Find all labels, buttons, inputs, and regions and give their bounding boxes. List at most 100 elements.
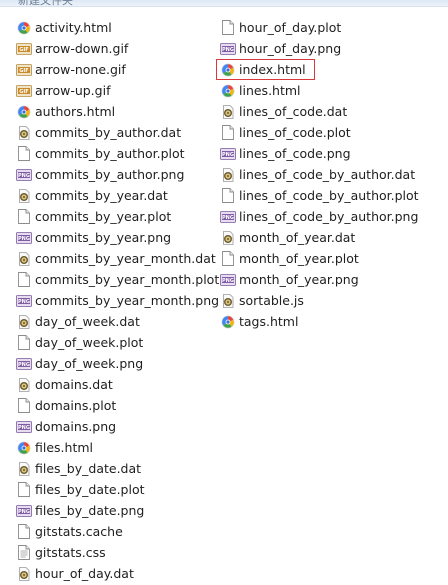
file-item-tags-html[interactable]: tags.html: [220, 311, 445, 332]
file-name-label: domains.dat: [35, 376, 113, 392]
file-name-label: lines_of_code_by_author.plot: [239, 187, 419, 203]
file-item-lines-of-code-png[interactable]: PNG lines_of_code.png: [220, 143, 445, 164]
svg-text:PNG: PNG: [222, 278, 234, 284]
file-item-commits-by-year-dat[interactable]: commits_by_year.dat: [16, 185, 216, 206]
file-item-commits-by-author-dat[interactable]: commits_by_author.dat: [16, 122, 216, 143]
file-item-domains-plot[interactable]: domains.plot: [16, 395, 216, 416]
file-item-commits-by-year-month-png[interactable]: PNG commits_by_year_month.png: [16, 290, 219, 311]
html-file-icon: [16, 440, 32, 456]
file-name-label: commits_by_author.png: [35, 166, 185, 182]
dat-file-icon: [16, 251, 32, 267]
blank-file-icon: [16, 209, 32, 225]
dat-file-icon: [16, 377, 32, 393]
blank-file-icon: [220, 251, 236, 267]
svg-text:GIF: GIF: [19, 89, 28, 95]
file-name-label: arrow-up.gif: [35, 82, 111, 98]
file-item-arrow-none-gif[interactable]: GIF arrow-none.gif: [16, 59, 216, 80]
html-file-icon: [16, 104, 32, 120]
dat-file-icon: [220, 167, 236, 183]
file-item-commits-by-year-month-plot[interactable]: commits_by_year_month.plot: [16, 269, 220, 290]
dat-file-icon: [16, 566, 32, 582]
folder-title: 新建文件夹: [18, 0, 73, 7]
file-name-label: gitstats.css: [35, 544, 106, 560]
window-header-strip: 新建文件夹: [0, 0, 448, 7]
file-item-month-of-year-plot[interactable]: month_of_year.plot: [220, 248, 445, 269]
file-item-lines-of-code-by-author-plot[interactable]: lines_of_code_by_author.plot: [220, 185, 445, 206]
dat-file-icon: [16, 125, 32, 141]
svg-text:PNG: PNG: [222, 215, 234, 221]
blank-file-icon: [220, 20, 236, 36]
file-item-domains-dat[interactable]: domains.dat: [16, 374, 216, 395]
file-name-label: files_by_date.dat: [35, 460, 142, 476]
file-item-files-by-date-png[interactable]: PNG files_by_date.png: [16, 500, 216, 521]
png-file-icon: PNG: [16, 293, 32, 309]
blank-file-icon: [16, 272, 32, 288]
file-item-day-of-week-dat[interactable]: day_of_week.dat: [16, 311, 216, 332]
file-item-commits-by-author-plot[interactable]: commits_by_author.plot: [16, 143, 216, 164]
file-item-arrow-up-gif[interactable]: GIF arrow-up.gif: [16, 80, 216, 101]
file-item-commits-by-year-png[interactable]: PNG commits_by_year.png: [16, 227, 216, 248]
file-item-hour-of-day-plot[interactable]: hour_of_day.plot: [220, 17, 445, 38]
png-file-icon: PNG: [220, 209, 236, 225]
file-item-files-by-date-plot[interactable]: files_by_date.plot: [16, 479, 216, 500]
file-name-label: commits_by_author.plot: [35, 145, 185, 161]
file-item-sortable-js[interactable]: sortable.js: [220, 290, 445, 311]
file-name-label: commits_by_author.dat: [35, 124, 182, 140]
file-item-lines-html[interactable]: lines.html: [220, 80, 445, 101]
blank-file-icon: [16, 398, 32, 414]
svg-text:PNG: PNG: [18, 173, 30, 179]
file-name-label: files_by_date.plot: [35, 481, 145, 497]
file-item-domains-png[interactable]: PNG domains.png: [16, 416, 216, 437]
file-name-label: commits_by_year.plot: [35, 208, 172, 224]
file-name-label: commits_by_year.dat: [35, 187, 168, 203]
html-file-icon: [220, 314, 236, 330]
file-item-lines-of-code-by-author-dat[interactable]: lines_of_code_by_author.dat: [220, 164, 445, 185]
file-name-label: month_of_year.plot: [239, 250, 359, 266]
file-item-activity-html[interactable]: activity.html: [16, 17, 216, 38]
file-item-lines-of-code-plot[interactable]: lines_of_code.plot: [220, 122, 445, 143]
dat-file-icon: [220, 230, 236, 246]
gif-file-icon: GIF: [16, 83, 32, 99]
file-item-hour-of-day-dat[interactable]: hour_of_day.dat: [16, 563, 216, 584]
file-name-label: arrow-down.gif: [35, 40, 129, 56]
file-item-lines-of-code-by-author-png[interactable]: PNG lines_of_code_by_author.png: [220, 206, 445, 227]
file-item-lines-of-code-dat[interactable]: lines_of_code.dat: [220, 101, 445, 122]
file-item-files-by-date-dat[interactable]: files_by_date.dat: [16, 458, 216, 479]
png-file-icon: PNG: [220, 272, 236, 288]
blank-file-icon: [16, 524, 32, 540]
file-name-label: day_of_week.plot: [35, 334, 144, 350]
file-item-arrow-down-gif[interactable]: GIF arrow-down.gif: [16, 38, 216, 59]
file-item-day-of-week-plot[interactable]: day_of_week.plot: [16, 332, 216, 353]
dat-file-icon: [16, 188, 32, 204]
svg-text:PNG: PNG: [18, 299, 30, 305]
file-item-index-html[interactable]: index.html: [216, 59, 445, 80]
html-file-icon: [16, 20, 32, 36]
file-item-hour-of-day-png[interactable]: PNG hour_of_day.png: [220, 38, 445, 59]
dat-file-icon: [220, 104, 236, 120]
file-name-label: files.html: [35, 439, 93, 455]
file-item-commits-by-author-png[interactable]: PNG commits_by_author.png: [16, 164, 216, 185]
file-name-label: commits_by_year_month.plot: [35, 271, 220, 287]
file-name-label: commits_by_year.png: [35, 229, 172, 245]
css-file-icon: [16, 545, 32, 561]
selection-highlight: [216, 59, 315, 80]
blank-file-icon: [220, 188, 236, 204]
file-name-label: hour_of_day.dat: [35, 565, 134, 581]
svg-text:GIF: GIF: [19, 68, 28, 74]
file-item-files-html[interactable]: files.html: [16, 437, 216, 458]
svg-text:PNG: PNG: [18, 236, 30, 242]
svg-text:PNG: PNG: [222, 47, 234, 53]
file-item-commits-by-year-month-dat[interactable]: commits_by_year_month.dat: [16, 248, 216, 269]
gif-file-icon: GIF: [16, 62, 32, 78]
file-item-gitstats-css[interactable]: gitstats.css: [16, 542, 216, 563]
file-item-authors-html[interactable]: authors.html: [16, 101, 216, 122]
file-item-month-of-year-png[interactable]: PNG month_of_year.png: [220, 269, 445, 290]
file-item-commits-by-year-plot[interactable]: commits_by_year.plot: [16, 206, 216, 227]
file-item-gitstats-cache[interactable]: gitstats.cache: [16, 521, 216, 542]
file-item-day-of-week-png[interactable]: PNG day_of_week.png: [16, 353, 216, 374]
svg-text:PNG: PNG: [18, 425, 30, 431]
file-item-month-of-year-dat[interactable]: month_of_year.dat: [220, 227, 445, 248]
dat-file-icon: [16, 314, 32, 330]
file-name-label: lines_of_code.dat: [239, 103, 348, 119]
gif-file-icon: GIF: [16, 41, 32, 57]
